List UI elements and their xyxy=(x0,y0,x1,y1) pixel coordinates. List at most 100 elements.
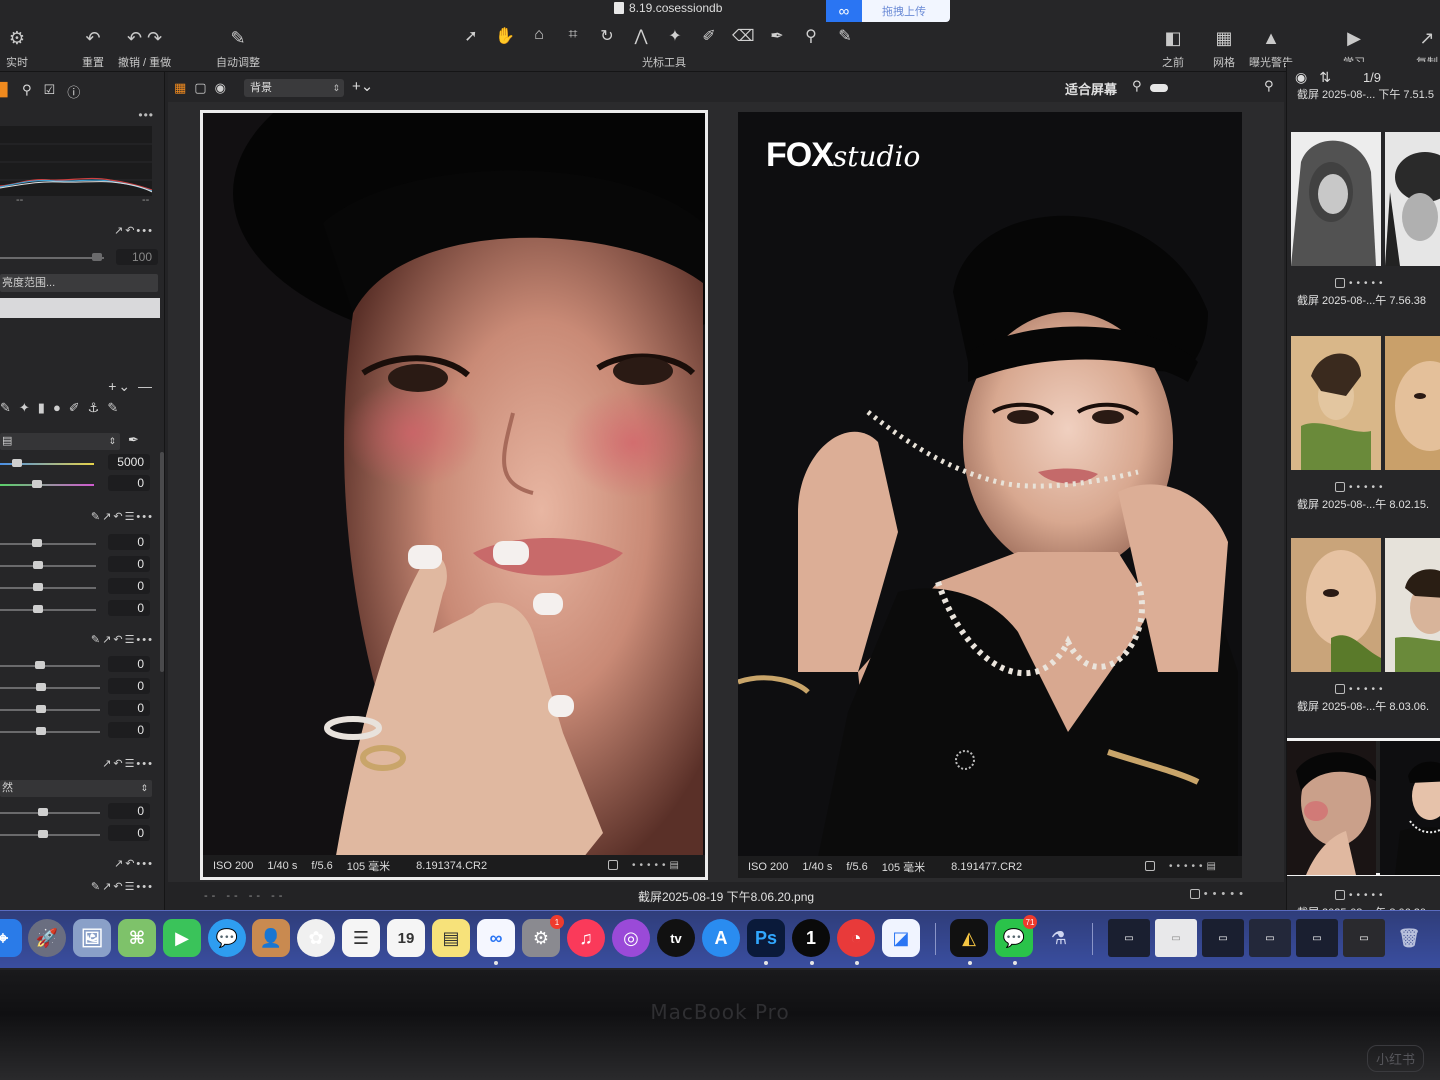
tab-search-icon[interactable]: ⚲ xyxy=(22,82,32,101)
group2-knob-1[interactable] xyxy=(35,661,45,669)
wechat-icon[interactable]: 💬 71 xyxy=(995,915,1037,957)
group2-knob-4[interactable] xyxy=(36,727,46,735)
feishu-icon[interactable]: ◪ xyxy=(882,919,920,957)
add-layer-icon[interactable]: +⌄ xyxy=(352,77,373,95)
group1-slider-1[interactable] xyxy=(0,543,96,545)
zoom-out-icon[interactable]: ⚲ xyxy=(1132,78,1142,94)
group1-knob-2[interactable] xyxy=(33,561,43,569)
rotate-icon[interactable]: ↻ xyxy=(596,26,618,46)
preview-app-icon[interactable]: 🖼 xyxy=(73,919,111,957)
zoom-slider[interactable] xyxy=(1150,84,1168,92)
rating-dots[interactable]: •••••▤ xyxy=(1145,861,1220,872)
group2-value-2[interactable]: 0 xyxy=(108,678,150,694)
spot-icon[interactable]: ✦ xyxy=(664,26,686,46)
group2-slider-2[interactable] xyxy=(0,687,100,689)
eye-icon[interactable]: ◉ xyxy=(1295,69,1307,86)
preview-icon[interactable]: ◉ xyxy=(215,80,226,96)
group2-slider-3[interactable] xyxy=(0,709,100,711)
opacity-value[interactable]: 100 xyxy=(116,249,158,265)
podcasts-icon[interactable]: ◎ xyxy=(612,919,650,957)
auto-adjust-button[interactable]: ✎ 自动调整 xyxy=(216,28,260,70)
loupe-icon[interactable]: ⌂ xyxy=(528,26,550,46)
browser-thumb[interactable]: ••••• 截屏 2025-08-...午 7.56.38 xyxy=(1287,132,1440,322)
grid-button[interactable]: ▦ 网格 xyxy=(1213,28,1235,70)
group1-value-4[interactable]: 0 xyxy=(108,600,150,616)
recent-window-icon[interactable]: ▭ xyxy=(1108,919,1150,957)
wb-mode-select[interactable]: ▤ ⇕ xyxy=(0,433,120,450)
rating-dots[interactable]: ••••• xyxy=(1335,482,1387,493)
group2-knob-2[interactable] xyxy=(36,683,46,691)
select-checkbox[interactable] xyxy=(1189,889,1200,900)
eraser-icon[interactable]: ⌫ xyxy=(732,26,755,46)
group1-slider-3[interactable] xyxy=(0,587,96,589)
opacity-slider[interactable] xyxy=(0,257,104,259)
natural-select[interactable]: 然 ⇕ xyxy=(0,780,152,797)
group3-value-1[interactable]: 0 xyxy=(108,803,150,819)
group1-knob-1[interactable] xyxy=(32,539,42,547)
image-left[interactable]: ISO 200 1/40 s f/5.6 105 毫米 8.191374.CR2… xyxy=(200,110,708,880)
recent-window-icon[interactable]: ▭ xyxy=(1296,919,1338,957)
recent-window-icon[interactable]: ▭ xyxy=(1155,919,1197,957)
contacts-icon[interactable]: 👤 xyxy=(252,919,290,957)
image-right[interactable]: FOXstudio ISO 200 1/40 s f/5.6 105 毫米 8.… xyxy=(738,112,1242,878)
brush-tools[interactable]: ✎✦▮●✐⚓✎ xyxy=(0,400,126,416)
select-checkbox[interactable] xyxy=(1335,482,1345,493)
group1-value-2[interactable]: 0 xyxy=(108,556,150,572)
select-checkbox[interactable] xyxy=(608,860,619,871)
tint-knob[interactable] xyxy=(32,480,42,488)
brush-icon[interactable]: ✐ xyxy=(698,26,720,46)
select-checkbox[interactable] xyxy=(1145,861,1156,872)
recent-window-icon[interactable]: ▭ xyxy=(1202,919,1244,957)
calendar-icon[interactable]: 19 xyxy=(387,919,425,957)
music-icon[interactable]: ♫ xyxy=(567,919,605,957)
select-checkbox[interactable] xyxy=(1335,278,1345,289)
group2-slider-1[interactable] xyxy=(0,665,100,667)
group2-knob-3[interactable] xyxy=(36,705,46,713)
trash-icon[interactable]: 🗑 xyxy=(1390,919,1428,957)
fit-screen-button[interactable]: 适合屏幕 xyxy=(1065,79,1117,98)
group1-knob-3[interactable] xyxy=(33,583,43,591)
opacity-knob[interactable] xyxy=(92,253,102,261)
kelvin-value[interactable]: 5000 xyxy=(108,454,150,470)
group4-tools[interactable]: ↗↶••• xyxy=(114,857,154,870)
browser-thumb[interactable]: ••••• 截屏 2025-08-...午 8.03.06. xyxy=(1287,538,1440,728)
add-layer-icon[interactable]: +⌄ — xyxy=(108,378,154,395)
sort-icon[interactable]: ⇅ xyxy=(1319,69,1331,86)
rating-dots[interactable]: •••••▤ xyxy=(608,860,683,871)
live-button[interactable]: ⚙ 实时 xyxy=(6,28,28,70)
baidu-netdisk-icon[interactable]: ∞ xyxy=(477,919,515,957)
rating-dots[interactable]: ••••• xyxy=(1335,890,1387,901)
clip-tool-icon[interactable]: ⚗ xyxy=(1040,919,1078,957)
multi-view-icon[interactable]: ▦ xyxy=(174,80,186,96)
browser-thumb[interactable]: ••••• 截屏 2025-08-...午 8.02.15. xyxy=(1287,336,1440,526)
color-picker-icon[interactable]: ⚲ xyxy=(800,26,822,46)
notes-icon[interactable]: ▤ xyxy=(432,919,470,957)
group3-slider-2[interactable] xyxy=(0,834,100,836)
group5-tools[interactable]: ✎↗↶☰••• xyxy=(91,880,154,893)
recent-window-icon[interactable]: ▭ xyxy=(1343,919,1385,957)
rating-dots[interactable]: ••••• xyxy=(1335,684,1387,695)
group1-tools[interactable]: ✎↗↶☰••• xyxy=(91,510,154,523)
tint-slider[interactable] xyxy=(0,484,94,486)
group3-knob-1[interactable] xyxy=(38,808,48,816)
reminders-icon[interactable]: ☰ xyxy=(342,919,380,957)
select-checkbox[interactable] xyxy=(1335,684,1345,695)
app-store-icon[interactable]: A xyxy=(702,919,740,957)
annotate-icon[interactable]: ✎ xyxy=(834,26,856,46)
undo-redo-button[interactable]: ↶ ↷ 撤销 / 重做 xyxy=(118,28,171,70)
upload-button[interactable]: ∞ 拖拽上传 xyxy=(826,0,950,22)
group1-slider-4[interactable] xyxy=(0,609,96,611)
group1-value-1[interactable]: 0 xyxy=(108,534,150,550)
group2-value-3[interactable]: 0 xyxy=(108,700,150,716)
layer-select[interactable]: 背景 ⇕ xyxy=(244,79,344,97)
apple-tv-icon[interactable]: tv xyxy=(657,919,695,957)
maps-icon[interactable]: ⌘ xyxy=(118,919,156,957)
messages-icon[interactable]: 💬 xyxy=(208,919,246,957)
more-icon[interactable]: ••• xyxy=(138,108,154,122)
capture-one-icon[interactable]: 1 xyxy=(792,919,830,957)
group3-value-2[interactable]: 0 xyxy=(108,825,150,841)
group1-value-3[interactable]: 0 xyxy=(108,578,150,594)
group1-slider-2[interactable] xyxy=(0,565,96,567)
picker-icon[interactable]: ✒ xyxy=(766,26,788,46)
rating-dots[interactable]: ••••• xyxy=(1335,278,1387,289)
